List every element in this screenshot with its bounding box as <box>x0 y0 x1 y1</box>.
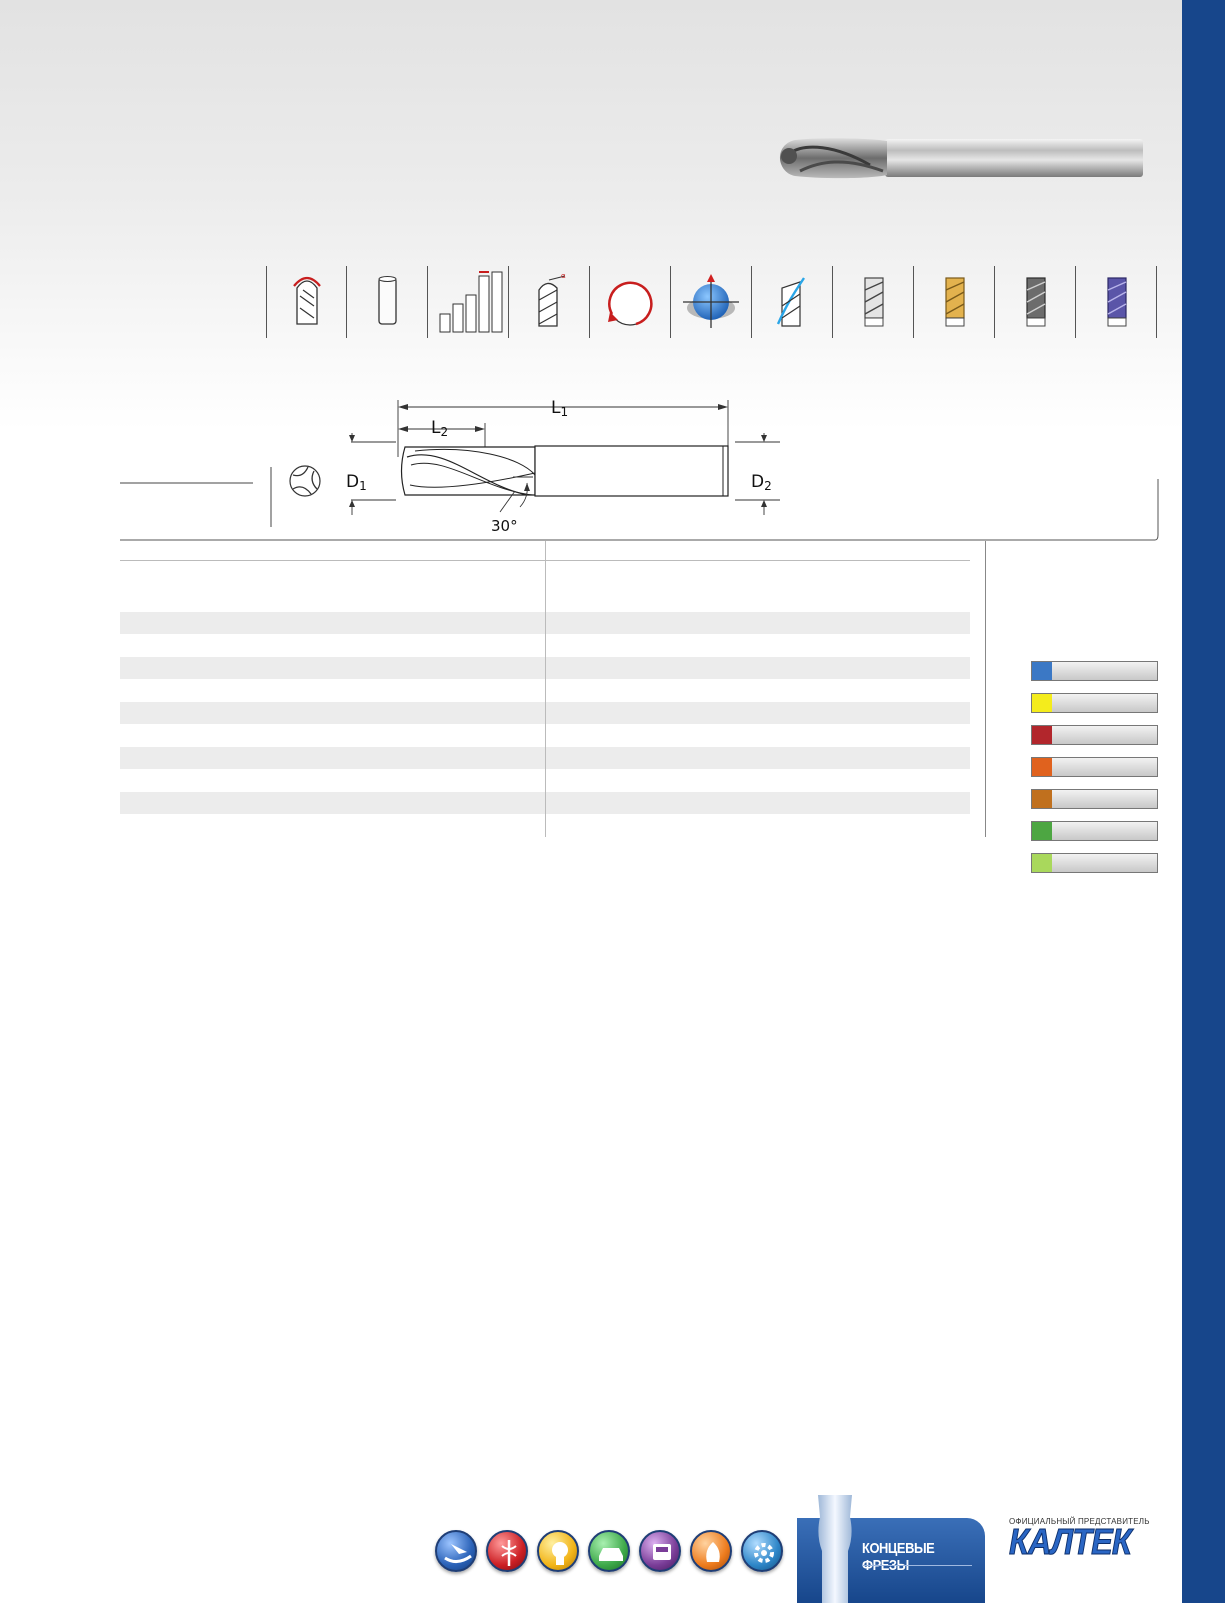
legend-row <box>1031 757 1158 777</box>
energy-icon[interactable] <box>690 1530 732 1572</box>
plain-shank-icon <box>347 266 428 338</box>
legend-swatch <box>1032 854 1052 872</box>
railway-icon[interactable] <box>639 1530 681 1572</box>
l1-label: L1 <box>551 398 569 419</box>
end-mill-photo <box>779 138 1143 179</box>
legend-swatch <box>1032 662 1052 680</box>
legend-row <box>1031 821 1158 841</box>
legend-swatch <box>1032 758 1052 776</box>
tialn-coated-tool-icon <box>995 266 1076 338</box>
legend-swatch <box>1032 790 1052 808</box>
legend-row <box>1031 661 1158 681</box>
legend-row <box>1031 853 1158 873</box>
legend-swatch <box>1032 726 1052 744</box>
table-column-divider <box>545 541 546 837</box>
helix-angle-icon: α <box>509 266 590 338</box>
legend-swatch <box>1032 822 1052 840</box>
aerospace-icon[interactable] <box>435 1530 477 1572</box>
legend-row <box>1031 725 1158 745</box>
center-cutting-icon <box>671 266 752 338</box>
legend-row <box>1031 693 1158 713</box>
tin-coated-tool-icon <box>914 266 995 338</box>
legend-row <box>1031 789 1158 809</box>
dimension-drawing <box>120 400 1159 541</box>
category-underline <box>862 1565 972 1566</box>
side-brand-band <box>1182 0 1225 1603</box>
legend-divider <box>985 541 986 837</box>
flute-end-view <box>289 465 321 497</box>
header-gradient <box>0 0 1225 430</box>
spiral-flute-icon <box>752 266 833 338</box>
legend-swatch <box>1032 694 1052 712</box>
altin-coated-tool-icon <box>1076 266 1157 338</box>
uncoated-tool-icon <box>833 266 914 338</box>
svg-text:α: α <box>561 272 566 280</box>
tolerance-bars-icon <box>428 266 509 338</box>
d2-label: D2 <box>751 472 772 493</box>
d1-label: D1 <box>346 472 367 493</box>
rotation-direction-icon <box>590 266 671 338</box>
ball-nose-radius-icon <box>266 266 347 338</box>
angle-label: 30° <box>491 517 518 535</box>
electrical-icon[interactable] <box>537 1530 579 1572</box>
category-label: КОНЦЕВЫЕ ФРЕЗЫ <box>862 1540 935 1574</box>
general-engineering-icon[interactable] <box>741 1530 783 1572</box>
medical-icon[interactable] <box>486 1530 528 1572</box>
l2-label: L2 <box>431 418 449 439</box>
automotive-icon[interactable] <box>588 1530 630 1572</box>
kaltek-logo[interactable]: КАЛТЕК <box>1009 1523 1133 1560</box>
end-mill-silhouette-icon <box>818 1495 852 1603</box>
